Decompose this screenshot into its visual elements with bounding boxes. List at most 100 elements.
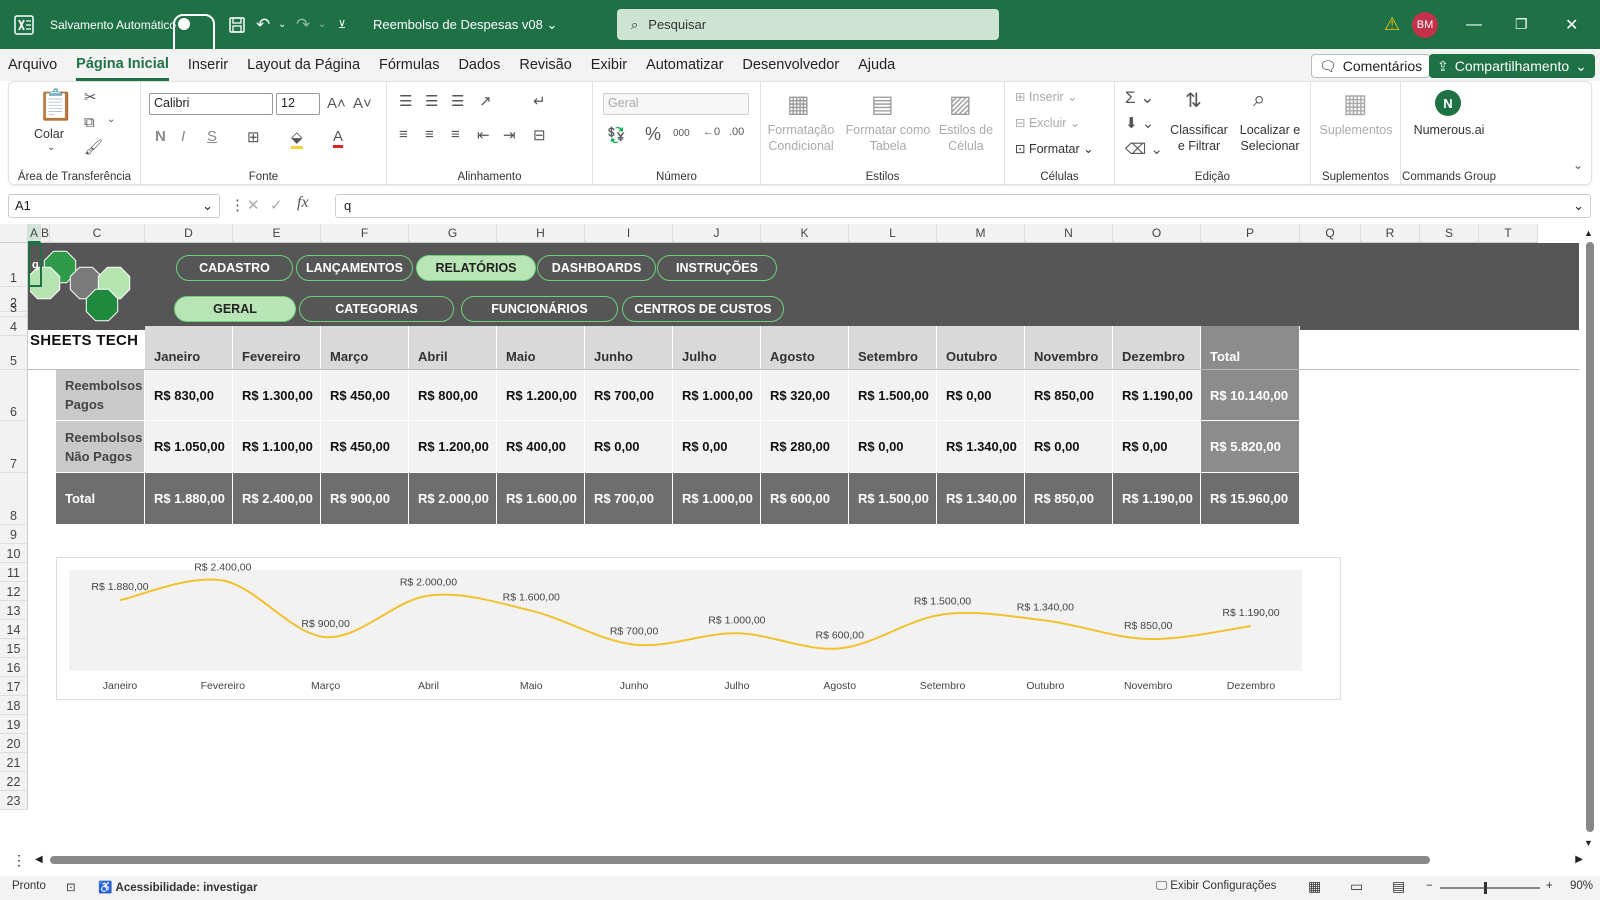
- subnav-centros-de-custos[interactable]: CENTROS DE CUSTOS: [622, 296, 784, 322]
- tab-0[interactable]: Arquivo: [8, 49, 57, 81]
- align-bottom-icon[interactable]: ☰: [451, 92, 464, 110]
- value-cell[interactable]: R$ 800,00: [409, 370, 497, 421]
- find-select-icon[interactable]: ⌕: [1253, 86, 1265, 112]
- total-cell[interactable]: R$ 1.600,00: [497, 473, 585, 525]
- normal-view-icon[interactable]: ▦: [1308, 878, 1321, 895]
- copy-icon[interactable]: ⧉: [84, 114, 95, 131]
- document-title[interactable]: Reembolso de Despesas v08 ⌄: [373, 0, 557, 49]
- total-cell[interactable]: R$ 700,00: [585, 473, 673, 525]
- font-name-select[interactable]: Calibri: [149, 93, 273, 115]
- row-header-22[interactable]: 22: [0, 772, 28, 791]
- cut-icon[interactable]: ✂: [84, 88, 97, 106]
- search-box[interactable]: ⌕ Pesquisar: [617, 9, 999, 40]
- scroll-left-icon[interactable]: ◀: [35, 854, 43, 865]
- nav-cadastro[interactable]: CADASTRO: [176, 255, 293, 281]
- chevron-down-icon[interactable]: ⌄: [47, 142, 55, 153]
- nav-instrucoes[interactable]: INSTRUÇÕES: [657, 255, 777, 281]
- autosum-icon[interactable]: Σ ⌄: [1125, 88, 1154, 108]
- delete-cells-button[interactable]: ⊟ Excluir ⌄: [1015, 115, 1080, 131]
- percent-button[interactable]: %: [645, 124, 661, 145]
- column-header-B[interactable]: B: [41, 224, 50, 243]
- insert-cells-button[interactable]: ⊞ Inserir ⌄: [1015, 89, 1078, 105]
- total-cell[interactable]: R$ 900,00: [321, 473, 409, 525]
- underline-button[interactable]: S: [207, 128, 217, 145]
- format-table-icon[interactable]: ▤: [871, 90, 894, 119]
- conditional-format-icon[interactable]: ▦: [787, 90, 810, 119]
- row-header-18[interactable]: 18: [0, 696, 28, 715]
- sheet-options-icon[interactable]: ⋮: [12, 852, 26, 869]
- horizontal-scroll-thumb[interactable]: [50, 856, 1430, 864]
- vertical-scroll-thumb[interactable]: [1586, 242, 1594, 832]
- column-header-D[interactable]: D: [145, 224, 233, 243]
- addins-icon[interactable]: ▦: [1343, 88, 1368, 119]
- chart-container[interactable]: R$ 1.880,00 Janeiro R$ 2.400,00 Fevereiro R$…: [56, 557, 1341, 700]
- tab-10[interactable]: Ajuda: [858, 49, 895, 81]
- row-header-1[interactable]: 1: [0, 243, 28, 287]
- subnav-funcionarios[interactable]: FUNCIONÁRIOS: [461, 296, 618, 322]
- value-cell[interactable]: R$ 1.340,00: [937, 421, 1025, 473]
- row-header-10[interactable]: 10: [0, 544, 28, 563]
- column-header-I[interactable]: I: [585, 224, 673, 243]
- comments-button[interactable]: 🗨 Comentários: [1311, 54, 1431, 78]
- save-icon[interactable]: [228, 0, 246, 49]
- display-settings-button[interactable]: 🖵 Exibir Configurações: [1156, 880, 1276, 893]
- thousands-button[interactable]: 000: [673, 128, 690, 139]
- row-header-15[interactable]: 15: [0, 639, 28, 658]
- sort-filter-button[interactable]: Classificar e Filtrar: [1167, 122, 1231, 154]
- share-button[interactable]: ⇪ Compartilhamento ⌄: [1429, 54, 1595, 78]
- value-cell[interactable]: R$ 10.140,00: [1201, 370, 1300, 421]
- align-right-icon[interactable]: ≡: [451, 126, 460, 143]
- total-cell[interactable]: R$ 2.400,00: [233, 473, 321, 525]
- zoom-level[interactable]: 90%: [1570, 880, 1593, 892]
- value-cell[interactable]: R$ 1.500,00: [849, 370, 937, 421]
- tab-7[interactable]: Exibir: [591, 49, 627, 81]
- row-header-17[interactable]: 17: [0, 677, 28, 696]
- value-cell[interactable]: R$ 450,00: [321, 421, 409, 473]
- value-cell[interactable]: R$ 1.050,00: [145, 421, 233, 473]
- font-size-select[interactable]: 12: [276, 93, 320, 115]
- value-cell[interactable]: R$ 1.200,00: [409, 421, 497, 473]
- zoom-out-icon[interactable]: −: [1426, 880, 1433, 892]
- tab-2[interactable]: Inserir: [188, 49, 228, 81]
- row-header-21[interactable]: 21: [0, 753, 28, 772]
- paste-icon[interactable]: 📋: [37, 88, 74, 123]
- row-header-16[interactable]: 16: [0, 658, 28, 677]
- total-cell[interactable]: R$ 1.500,00: [849, 473, 937, 525]
- cancel-icon[interactable]: ✕: [247, 196, 260, 214]
- column-header-R[interactable]: R: [1361, 224, 1420, 243]
- tab-4[interactable]: Fórmulas: [379, 49, 439, 81]
- fill-color-icon[interactable]: ⬙: [291, 128, 303, 149]
- value-cell[interactable]: R$ 830,00: [145, 370, 233, 421]
- accessibility-status[interactable]: ♿ Acessibilidade: investigar: [98, 880, 257, 894]
- column-header-T[interactable]: T: [1479, 224, 1538, 243]
- subnav-geral[interactable]: GERAL: [174, 296, 296, 322]
- row-header-11[interactable]: 11: [0, 563, 28, 582]
- total-cell[interactable]: R$ 600,00: [761, 473, 849, 525]
- column-header-N[interactable]: N: [1025, 224, 1113, 243]
- numerous-icon[interactable]: N: [1435, 90, 1461, 116]
- total-cell[interactable]: R$ 1.340,00: [937, 473, 1025, 525]
- row-header-8[interactable]: 8: [0, 473, 28, 525]
- tab-8[interactable]: Automatizar: [646, 49, 723, 81]
- nav-lancamentos[interactable]: LANÇAMENTOS: [296, 255, 413, 281]
- decrease-decimal-icon[interactable]: .00: [729, 126, 744, 138]
- column-header-K[interactable]: K: [761, 224, 849, 243]
- total-cell[interactable]: R$ 2.000,00: [409, 473, 497, 525]
- total-cell[interactable]: R$ 15.960,00: [1201, 473, 1300, 525]
- value-cell[interactable]: R$ 1.300,00: [233, 370, 321, 421]
- value-cell[interactable]: R$ 0,00: [1113, 421, 1201, 473]
- value-cell[interactable]: R$ 0,00: [849, 421, 937, 473]
- column-header-O[interactable]: O: [1113, 224, 1201, 243]
- value-cell[interactable]: R$ 450,00: [321, 370, 409, 421]
- row-header-19[interactable]: 19: [0, 715, 28, 734]
- value-cell[interactable]: R$ 0,00: [673, 421, 761, 473]
- value-cell[interactable]: R$ 5.820,00: [1201, 421, 1300, 473]
- bold-button[interactable]: N: [155, 128, 166, 145]
- select-all-corner[interactable]: [0, 224, 28, 243]
- column-header-A[interactable]: A: [28, 224, 41, 243]
- numerous-button[interactable]: Numerous.ai: [1405, 122, 1493, 138]
- row-header-9[interactable]: 9: [0, 525, 28, 544]
- column-header-L[interactable]: L: [849, 224, 937, 243]
- number-format-select[interactable]: Geral: [603, 93, 749, 115]
- row-header-12[interactable]: 12: [0, 582, 28, 601]
